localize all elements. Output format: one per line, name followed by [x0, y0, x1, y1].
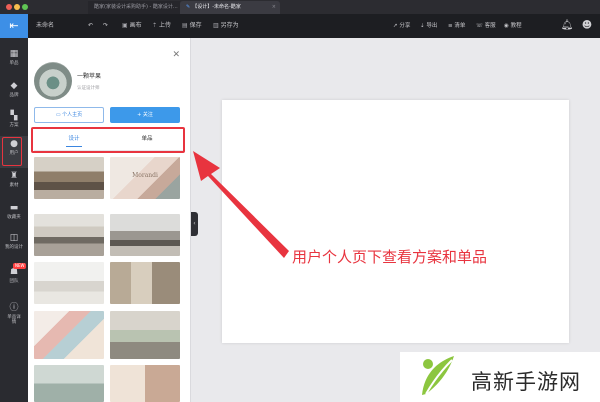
annotation-text: 用户个人页下查看方案和单品 — [292, 248, 488, 266]
watermark-logo-icon — [422, 356, 454, 395]
annotation-arrow — [193, 151, 289, 258]
app-window: 酷家(家装设计采购助手) - 酷家设计... ✎ 【设计】-未命名-酷家 × ⇤ 未… — [0, 0, 600, 402]
watermark-text: 高新手游网 — [471, 370, 581, 394]
